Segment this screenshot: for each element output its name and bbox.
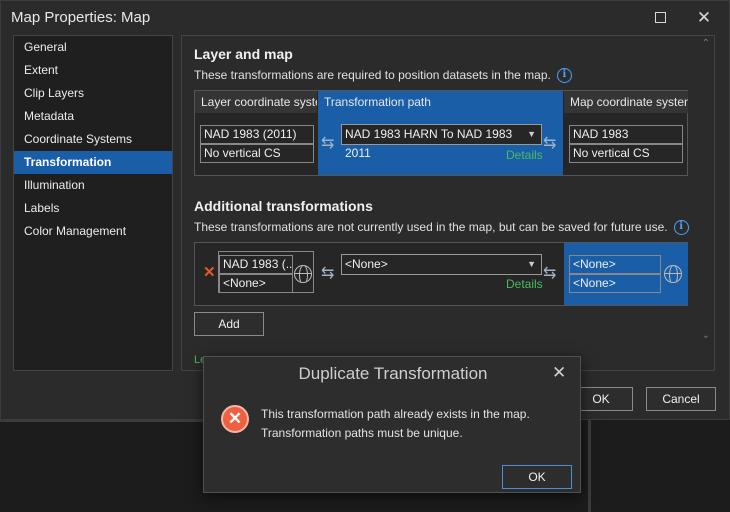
additional-layer-cs-horizontal: NAD 1983 (... <box>219 255 293 274</box>
chevron-down-icon: ▼ <box>527 259 536 269</box>
background-divider <box>0 420 203 422</box>
close-icon[interactable]: ✕ <box>552 363 566 383</box>
layer-map-title: Layer and map <box>194 46 293 62</box>
cancel-button[interactable]: Cancel <box>646 387 716 411</box>
sidebar: General Extent Clip Layers Metadata Coor… <box>13 35 173 371</box>
background-divider <box>588 420 591 512</box>
column-header-layer-cs: Layer coordinate system <box>195 91 317 113</box>
layer-map-description: These transformations are required to po… <box>194 68 572 84</box>
sidebar-item-extent[interactable]: Extent <box>14 59 172 82</box>
content-panel: ⌃ ⌄ Layer and map These transformations … <box>181 35 715 371</box>
duplicate-transformation-dialog: Duplicate Transformation ✕ ✕ This transf… <box>203 356 581 493</box>
dialog-title: Duplicate Transformation <box>298 364 488 383</box>
scroll-down-icon[interactable]: ⌄ <box>702 330 710 341</box>
dialog-message-line2: Transformation paths must be unique. <box>261 426 463 440</box>
swap-arrows-icon: ⇆ <box>321 135 335 152</box>
titlebar: Map Properties: Map ✕ <box>1 1 730 35</box>
details-link[interactable]: Details <box>506 277 543 291</box>
additional-title: Additional transformations <box>194 198 373 214</box>
globe-icon[interactable] <box>294 265 312 283</box>
additional-description: These transformations are not currently … <box>194 220 689 236</box>
layer-map-description-text: These transformations are required to po… <box>194 68 551 82</box>
sidebar-item-general[interactable]: General <box>14 36 172 59</box>
additional-map-cs-horizontal: <None> <box>569 255 661 274</box>
info-icon[interactable]: i <box>673 220 689 236</box>
column-header-transformation-path: Transformation path <box>318 91 563 113</box>
window-title: Map Properties: Map <box>11 9 151 26</box>
chevron-down-icon: ▼ <box>527 129 536 139</box>
transformation-path-dropdown[interactable]: NAD 1983 HARN To NAD 1983 2011 ▼ <box>341 124 542 160</box>
column-header-map-cs: Map coordinate system <box>564 91 688 113</box>
sidebar-item-labels[interactable]: Labels <box>14 197 172 220</box>
sidebar-item-coordinate-systems[interactable]: Coordinate Systems <box>14 128 172 151</box>
details-link[interactable]: Details <box>506 148 543 162</box>
sidebar-item-illumination[interactable]: Illumination <box>14 174 172 197</box>
add-button[interactable]: Add <box>194 312 264 336</box>
layer-cs-horizontal: NAD 1983 (2011) <box>200 125 314 144</box>
sidebar-item-metadata[interactable]: Metadata <box>14 105 172 128</box>
dialog-message-line1: This transformation path already exists … <box>261 407 530 421</box>
additional-transformation-value: <None> <box>345 257 388 271</box>
layer-cs-vertical: No vertical CS <box>200 144 314 163</box>
sidebar-item-transformation[interactable]: Transformation <box>14 151 172 174</box>
map-cs-vertical: No vertical CS <box>569 144 683 163</box>
globe-icon[interactable] <box>664 265 682 283</box>
additional-map-cs-vertical: <None> <box>569 274 661 293</box>
info-icon[interactable]: i <box>556 68 572 84</box>
maximize-icon[interactable] <box>649 7 671 29</box>
error-icon: ✕ <box>221 405 249 433</box>
close-icon[interactable]: ✕ <box>693 7 715 29</box>
additional-transformation-dropdown[interactable]: <None> ▼ <box>341 254 542 275</box>
swap-arrows-icon: ⇆ <box>321 265 335 282</box>
swap-arrows-icon: ⇆ <box>543 265 557 282</box>
scroll-up-icon[interactable]: ⌃ <box>702 38 710 49</box>
additional-description-text: These transformations are not currently … <box>194 220 668 234</box>
map-cs-horizontal: NAD 1983 <box>569 125 683 144</box>
sidebar-item-color-management[interactable]: Color Management <box>14 220 172 243</box>
additional-layer-cs-vertical: <None> <box>219 274 293 293</box>
delete-icon[interactable]: ✕ <box>203 263 216 281</box>
dialog-ok-button[interactable]: OK <box>502 465 572 489</box>
dialog-message: This transformation path already exists … <box>261 405 530 443</box>
sidebar-item-clip-layers[interactable]: Clip Layers <box>14 82 172 105</box>
additional-grid: ✕ NAD 1983 (... <None> ⇆ <None> ▼ Detail… <box>194 242 688 306</box>
layer-map-grid: Layer coordinate system Transformation p… <box>194 90 688 176</box>
swap-arrows-icon: ⇆ <box>543 135 557 152</box>
